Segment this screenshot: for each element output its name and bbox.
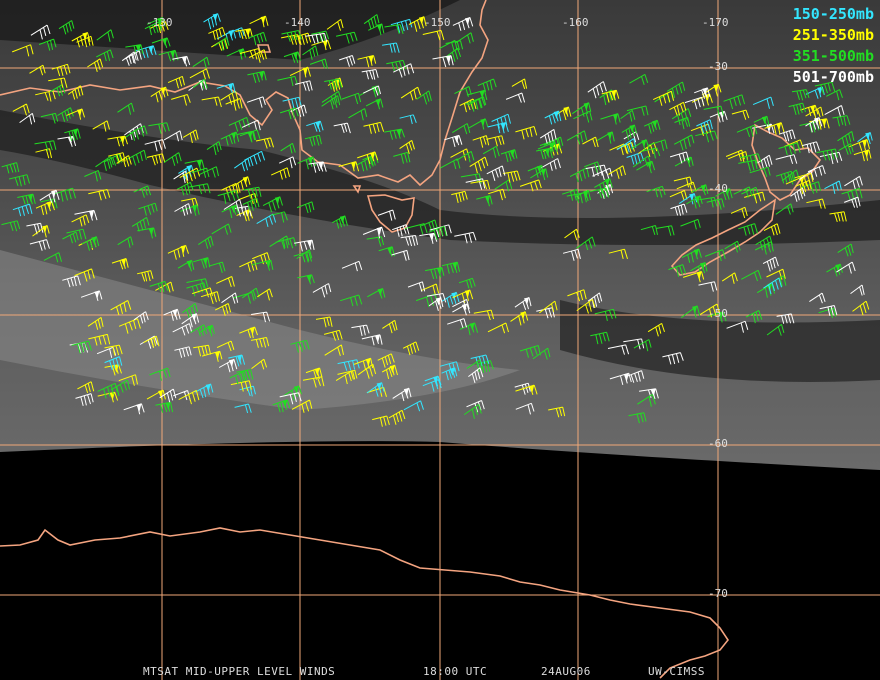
longitude-label: -170 bbox=[702, 16, 729, 29]
longitude-label: -130 bbox=[146, 16, 173, 29]
latitude-label: -60 bbox=[708, 437, 728, 450]
footer-source: UW-CIMSS bbox=[648, 665, 705, 678]
longitude-label: -140 bbox=[284, 16, 311, 29]
latitude-label: -50 bbox=[708, 307, 728, 320]
legend-item-351-500: 351-500mb bbox=[792, 47, 874, 65]
footer-title: MTSAT MID-UPPER LEVEL WINDS bbox=[143, 665, 336, 678]
footer-date: 24AUG06 bbox=[541, 665, 591, 678]
legend-item-501-700: 501-700mb bbox=[792, 68, 874, 86]
latitude-label: -40 bbox=[708, 182, 728, 195]
legend-item-150-250: 150-250mb bbox=[792, 5, 874, 23]
latitude-label: -30 bbox=[708, 60, 728, 73]
footer-time: 18:00 UTC bbox=[423, 665, 488, 678]
longitude-label: -160 bbox=[562, 16, 589, 29]
antarctica-coastline bbox=[0, 527, 729, 679]
water-vapor-map: -130 -140 -150 -160 -170 -30 -40 -50 -60 -70 bbox=[0, 0, 880, 680]
longitude-label: -150 bbox=[424, 16, 451, 29]
latitude-label: -70 bbox=[708, 587, 728, 600]
pressure-legend: 150-250mb 251-350mb 351-500mb 501-700mb bbox=[793, 4, 874, 88]
legend-item-251-350: 251-350mb bbox=[792, 26, 874, 44]
